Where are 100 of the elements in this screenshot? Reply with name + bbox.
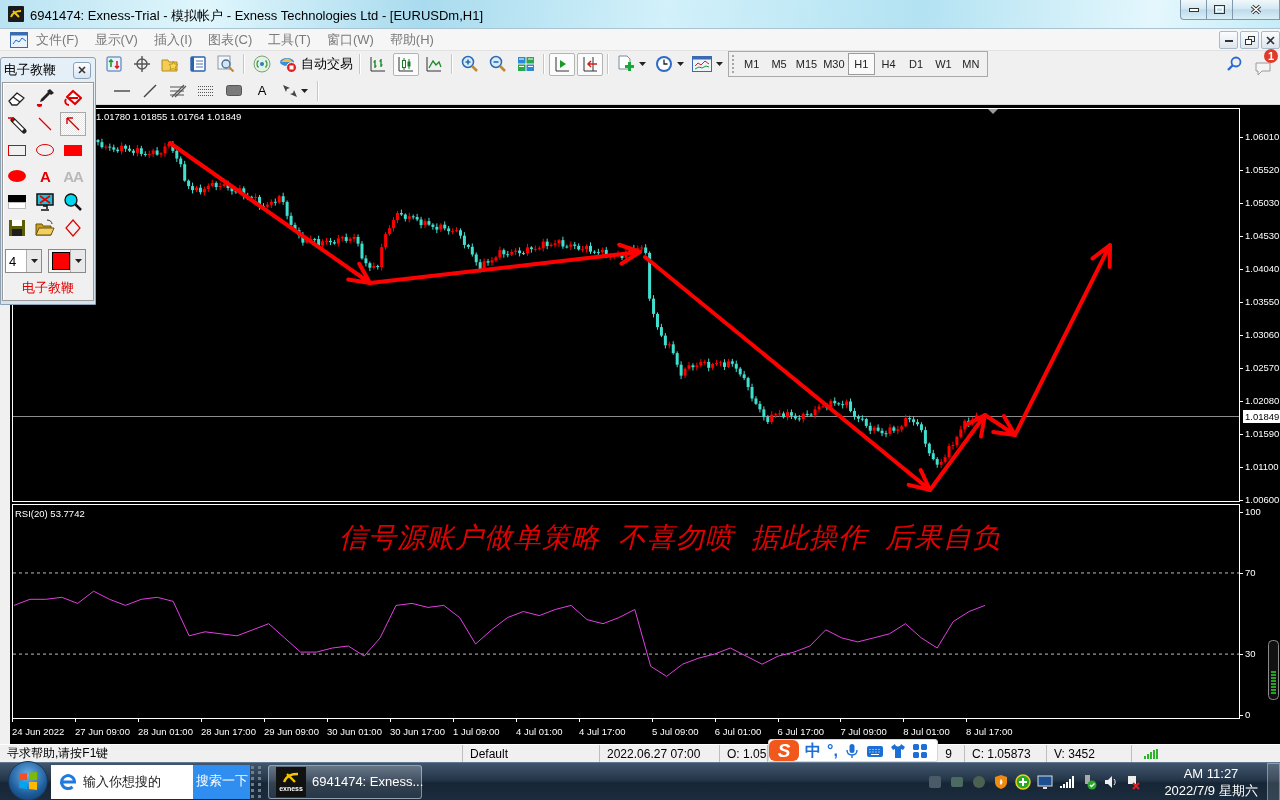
timeframe-button[interactable]: M1: [738, 53, 766, 75]
timeframe-button[interactable]: D1: [902, 53, 930, 75]
time-tick-label: 6 Jul 17:00: [777, 726, 825, 737]
diamond-outline-icon: [63, 218, 83, 238]
price-tick-label: 1.02570: [1245, 362, 1280, 374]
price-tick-label: 1.01590: [1245, 428, 1280, 440]
ime-logo: S: [769, 740, 799, 761]
timeframe-button[interactable]: M5: [765, 53, 793, 75]
time-tick-label: 6 Jul 01:00: [714, 726, 762, 737]
quote-values: 1.01780 1.01855 1.01764 1.01849: [96, 111, 242, 122]
bar-chart-icon: [370, 56, 386, 72]
caret-icon: [300, 88, 308, 93]
zoom-in-icon: [461, 55, 479, 73]
search-box[interactable]: 输入你想搜的: [51, 764, 193, 799]
minimize-button[interactable]: [1219, 31, 1238, 49]
rsi-tick-label: 30: [1245, 648, 1256, 661]
plus-circle-icon[interactable]: [1015, 773, 1031, 790]
line-chart-icon: [426, 56, 442, 72]
rectangle-icon: [226, 85, 242, 96]
monitor-icon[interactable]: [1037, 773, 1053, 790]
window-title: 6941474: Exness-Trial - 模拟帐户 - Exness Technologies Ltd - [EURUSDm,H1]: [30, 7, 483, 25]
chart-window-icon: [691, 56, 712, 72]
caret-icon: [30, 259, 38, 263]
board-toggle-icon: [7, 192, 27, 212]
color-dropdown[interactable]: [48, 249, 86, 273]
close-button[interactable]: [1261, 31, 1280, 49]
connection-bars-icon: [1144, 747, 1158, 760]
stop-badge-icon: [279, 55, 297, 73]
shirt-icon[interactable]: [889, 742, 906, 759]
menu-item[interactable]: 帮助(H): [381, 29, 442, 50]
signal-waves-icon: [253, 55, 271, 73]
menu-item[interactable]: 工具(T): [260, 29, 319, 50]
text-button[interactable]: A: [249, 79, 275, 102]
grip-handle[interactable]: [732, 55, 735, 73]
time-tick-label: 8 Jul 17:00: [966, 726, 1013, 737]
price-tick-label: 1.00600: [1245, 494, 1280, 506]
plug-cross-icon[interactable]: [1125, 773, 1141, 790]
horizontal-line-icon: [114, 89, 130, 92]
text-button[interactable]: A: [32, 164, 58, 188]
grip-handle[interactable]: [251, 765, 261, 798]
trend-line-icon: [143, 83, 157, 98]
zoom-out-icon: [489, 55, 507, 73]
menu-item[interactable]: 文件(F): [28, 29, 87, 50]
time-tick-label: 29 Jun 09:00: [264, 726, 319, 737]
app-logo-icon: [8, 6, 24, 22]
chart-toggle-button[interactable]: [577, 52, 603, 76]
close-icon: [78, 66, 86, 74]
minimize-button[interactable]: [1180, 0, 1207, 20]
caret-icon: [74, 259, 82, 263]
search-field[interactable]: 输入你想搜的: [83, 771, 191, 792]
timeframe-button[interactable]: M15: [792, 53, 821, 75]
ime-mode-button[interactable]: 中: [805, 742, 821, 759]
app-grid-icon[interactable]: [911, 742, 928, 759]
eyedropper-icon: [35, 88, 55, 108]
pencil-icon: [7, 114, 27, 134]
arrows-icon: [282, 83, 297, 98]
rsi-tick-label: 70: [1245, 566, 1256, 579]
punctuation-button[interactable]: °,: [827, 742, 838, 759]
shift-marker-icon[interactable]: [988, 109, 998, 114]
signal-bars-icon[interactable]: [1059, 773, 1075, 790]
maximize-button[interactable]: [1206, 0, 1233, 20]
paint-bucket-icon: [63, 88, 83, 108]
microphone-icon[interactable]: [843, 742, 860, 759]
timeframe-button[interactable]: M30: [820, 53, 848, 75]
chart-type-button[interactable]: [393, 52, 419, 76]
line-width-dropdown[interactable]: 4: [5, 249, 42, 273]
fibonacci-icon: [169, 83, 187, 98]
tile-windows-icon: [517, 56, 535, 72]
swoosh-icon: [282, 771, 300, 783]
document-plus-icon: [616, 55, 635, 73]
messages-button[interactable]: 1: [1254, 52, 1278, 76]
timeframe-button[interactable]: H4: [874, 53, 903, 75]
timeframe-button[interactable]: MN: [957, 53, 985, 75]
level-meter-icon: [1268, 640, 1279, 700]
search-icon[interactable]: [1226, 56, 1242, 72]
start-button[interactable]: [8, 760, 48, 800]
autotrade-button[interactable]: 自动交易: [277, 52, 355, 76]
chart-toggle-button[interactable]: [549, 52, 575, 76]
timeframe-button[interactable]: W1: [929, 53, 958, 75]
arrow-button[interactable]: [60, 112, 86, 136]
menu-item[interactable]: 窗口(W): [318, 29, 382, 50]
shield-flame-icon[interactable]: [993, 773, 1009, 790]
chart-note: 信号源账户做单策略 不喜勿喷 据此操作 后果自负: [339, 521, 1001, 555]
menu-item[interactable]: 插入(I): [145, 29, 201, 50]
magnifier-window-icon: [217, 55, 235, 73]
timeframe-button[interactable]: H1: [847, 53, 875, 75]
price-tick-label: 1.04040: [1245, 263, 1280, 275]
menu-item[interactable]: 显示(V): [86, 29, 146, 50]
close-button[interactable]: [73, 61, 91, 79]
menu-item[interactable]: 图表(C): [200, 29, 261, 50]
time-tick-label: 28 Jun 17:00: [201, 726, 256, 737]
restore-icon: [1244, 35, 1255, 45]
show-desktop-button[interactable]: [1267, 762, 1280, 800]
time-tick-label: 7 Jul 09:00: [840, 726, 887, 737]
time-tick-label: 27 Jun 09:00: [75, 726, 130, 737]
price-tick-label: 1.03060: [1245, 329, 1280, 341]
restore-button[interactable]: [1240, 31, 1259, 49]
taskbar-clock[interactable]: AM 11:27 2022/7/9 星期六: [1163, 764, 1259, 799]
caret-icon: [638, 62, 646, 66]
window-button-label: 6941474: Exness...: [312, 774, 424, 789]
